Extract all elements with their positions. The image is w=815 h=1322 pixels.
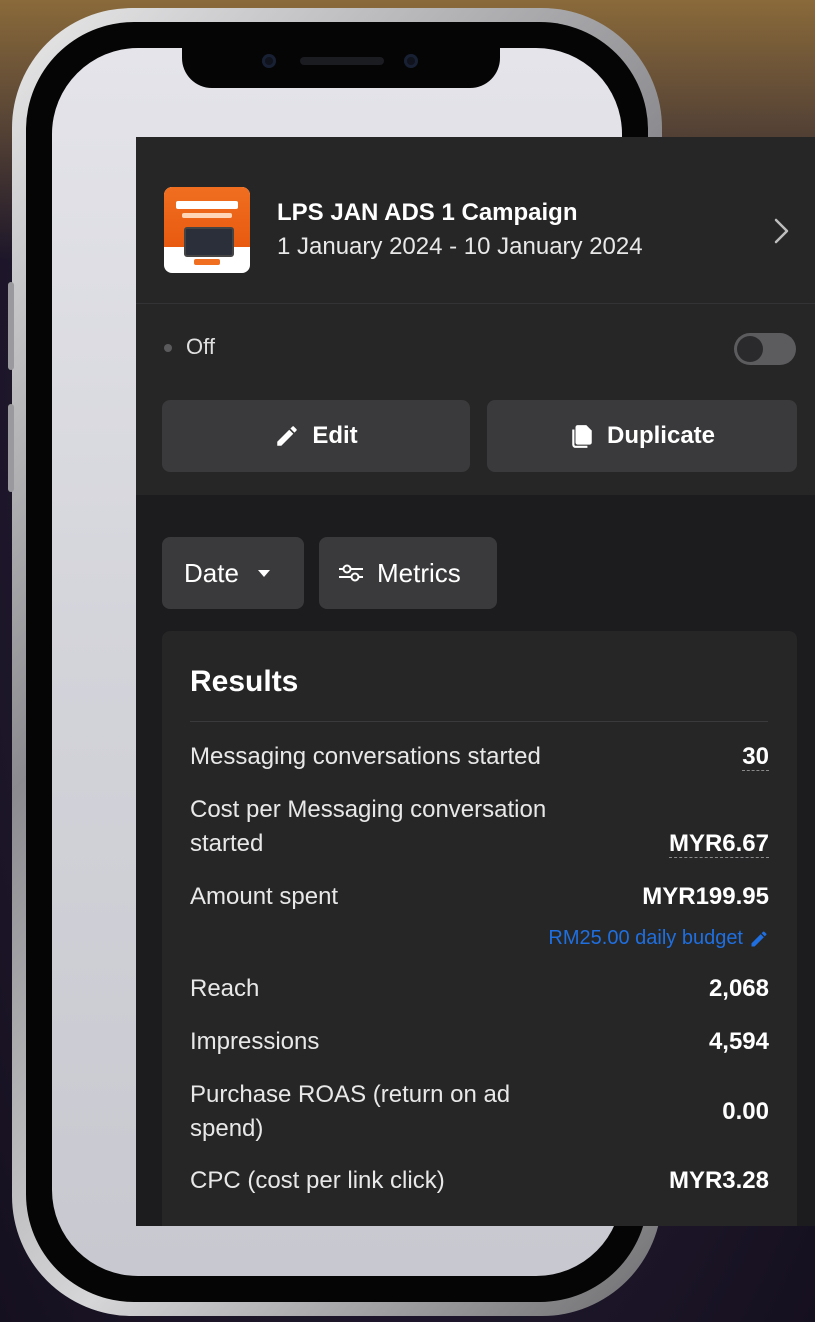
duplicate-icon bbox=[572, 425, 592, 448]
campaign-summary-card: LPS JAN ADS 1 Campaign 1 January 2024 - … bbox=[136, 137, 815, 495]
chevron-right-icon[interactable] bbox=[772, 217, 792, 245]
metric-label: Amount spent bbox=[190, 883, 339, 910]
front-sensor-icon bbox=[404, 54, 418, 68]
date-filter-button[interactable]: Date bbox=[162, 537, 304, 609]
metric-label: Messaging conversations started bbox=[190, 743, 541, 770]
metric-value: MYR199.95 bbox=[642, 883, 769, 910]
thumbnail-title-shape bbox=[176, 201, 238, 209]
metric-label-line: spend) bbox=[190, 1115, 264, 1142]
campaign-dates: 1 January 2024 - 10 January 2024 bbox=[277, 233, 643, 260]
cost-per-conversation-value[interactable]: MYR6.67 bbox=[668, 830, 769, 858]
metric-label: CPC (cost per link click) bbox=[190, 1167, 445, 1194]
sliders-icon bbox=[339, 564, 363, 582]
metric-label: Purchase ROAS (return on ad spend) bbox=[190, 1078, 510, 1146]
divider bbox=[136, 303, 815, 304]
speaker-grille bbox=[300, 57, 384, 65]
campaign-toggle[interactable] bbox=[734, 333, 796, 365]
pencil-icon bbox=[277, 426, 298, 446]
phone-side-button bbox=[8, 282, 14, 370]
metric-label: Impressions bbox=[190, 1028, 320, 1055]
duplicate-button[interactable]: Duplicate bbox=[487, 400, 797, 472]
metric-value: 0.00 bbox=[722, 1098, 769, 1125]
ads-manager-panel: LPS JAN ADS 1 Campaign 1 January 2024 - … bbox=[136, 137, 815, 1226]
daily-budget-link[interactable]: RM25.00 daily budget bbox=[548, 927, 769, 950]
thumbnail-laptop-shape bbox=[184, 227, 234, 257]
metric-value[interactable]: 30 bbox=[742, 740, 769, 774]
metric-label: Reach bbox=[190, 975, 260, 1002]
campaign-name[interactable]: LPS JAN ADS 1 Campaign bbox=[277, 199, 578, 227]
toggle-knob bbox=[737, 336, 763, 362]
metrics-button[interactable]: Metrics bbox=[319, 537, 497, 609]
metrics-button-label: Metrics bbox=[377, 557, 461, 588]
date-filter-label: Date bbox=[184, 557, 239, 588]
metric-value: MYR3.28 bbox=[668, 1167, 769, 1194]
metric-label-line: Purchase ROAS (return on ad bbox=[190, 1081, 511, 1108]
pencil-icon bbox=[751, 930, 767, 946]
metric-value: 2,068 bbox=[708, 975, 769, 1002]
divider bbox=[190, 721, 768, 722]
edit-button-label: Edit bbox=[312, 422, 358, 449]
phone-notch bbox=[182, 40, 500, 88]
results-title: Results bbox=[190, 665, 299, 698]
status-dot-icon bbox=[164, 344, 172, 352]
metric-label: Cost per Messaging conversation started bbox=[190, 793, 546, 861]
thumbnail-subtitle-shape bbox=[182, 213, 232, 218]
phone-side-button bbox=[8, 404, 14, 492]
status-label: Off bbox=[186, 334, 215, 359]
results-card: Results Messaging conversations started … bbox=[162, 631, 797, 1226]
metric-label-line: started bbox=[190, 830, 264, 857]
daily-budget-label: RM25.00 daily budget bbox=[548, 927, 743, 949]
duplicate-button-label: Duplicate bbox=[606, 422, 716, 449]
caret-down-icon bbox=[257, 570, 270, 577]
thumbnail-cta-shape bbox=[194, 259, 220, 265]
metric-label-line: Cost per Messaging conversation bbox=[190, 796, 547, 823]
metric-value: 4,594 bbox=[708, 1028, 769, 1055]
messaging-conversations-value[interactable]: 30 bbox=[742, 743, 769, 771]
metric-value[interactable]: MYR6.67 bbox=[668, 827, 769, 861]
edit-button[interactable]: Edit bbox=[162, 400, 470, 472]
campaign-thumbnail[interactable] bbox=[164, 187, 250, 273]
front-camera-icon bbox=[262, 54, 276, 68]
